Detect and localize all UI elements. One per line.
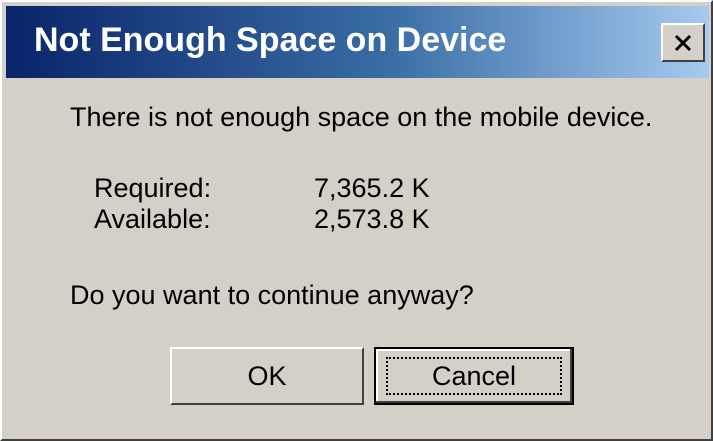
cancel-button-label: Cancel xyxy=(431,360,517,391)
required-label: Required: xyxy=(94,173,212,203)
required-value: 7,365.2 K xyxy=(314,173,430,203)
ok-button[interactable]: OK xyxy=(170,347,364,405)
not-enough-space-dialog: Not Enough Space on Device There is not … xyxy=(0,0,713,441)
available-label: Available: xyxy=(94,204,211,234)
close-button[interactable] xyxy=(661,23,705,62)
title-bar[interactable]: Not Enough Space on Device xyxy=(6,6,709,78)
question-text: Do you want to continue anyway? xyxy=(70,280,474,310)
close-icon xyxy=(671,31,695,55)
available-value: 2,573.8 K xyxy=(314,204,430,234)
cancel-button[interactable]: Cancel xyxy=(374,347,574,405)
message-text: There is not enough space on the mobile … xyxy=(70,102,653,132)
dialog-title: Not Enough Space on Device xyxy=(34,21,507,59)
